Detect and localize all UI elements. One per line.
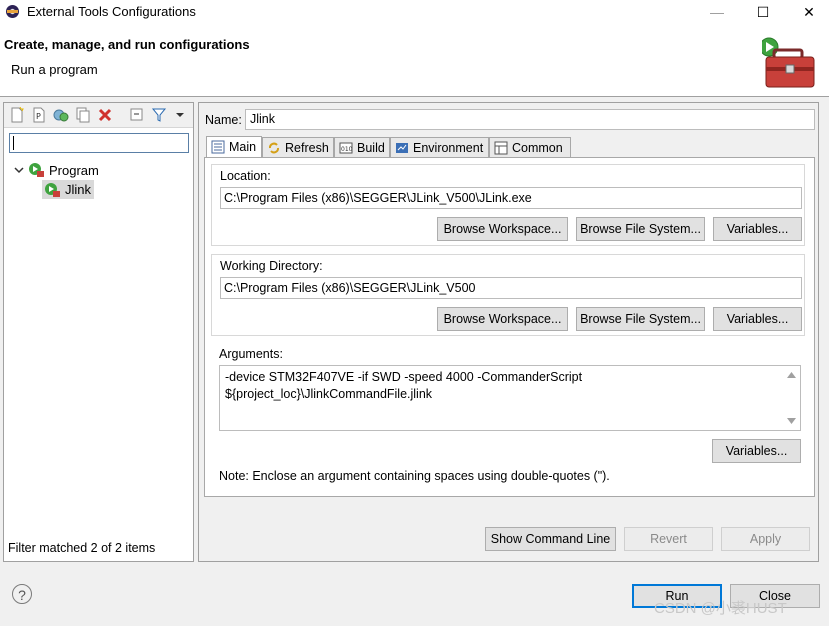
arguments-line: -device STM32F407VE -if SWD -speed 4000 … <box>225 370 583 384</box>
arguments-note: Note: Enclose an argument containing spa… <box>219 469 610 483</box>
tab-label: Build <box>357 141 385 155</box>
arguments-scrollbar[interactable] <box>783 366 800 430</box>
svg-text:P: P <box>36 112 41 121</box>
environment-icon <box>396 143 408 153</box>
watermark: CSDN @小裘HUST <box>654 600 787 617</box>
collapse-all-icon[interactable] <box>129 107 145 123</box>
configuration-list-panel: P Program Jlink Filter matched 2 of 2 it… <box>3 102 194 562</box>
program-icon <box>45 183 60 197</box>
browse-file-system-button[interactable]: Browse File System... <box>576 217 705 241</box>
delete-icon[interactable] <box>97 107 113 123</box>
tree-item-label: Program <box>49 163 99 178</box>
browse-file-system-button[interactable]: Browse File System... <box>576 307 705 331</box>
tab-main[interactable]: Main <box>206 136 262 158</box>
dialog-header: Create, manage, and run configurations R… <box>0 24 829 97</box>
eclipse-icon <box>6 5 19 18</box>
configuration-editor: Name: Jlink Main Refresh 010 Build Envir… <box>198 102 819 562</box>
arguments-text: -device STM32F407VE -if SWD -speed 4000 … <box>225 369 582 403</box>
variables-button[interactable]: Variables... <box>713 307 802 331</box>
name-field[interactable]: Jlink <box>245 109 815 130</box>
svg-text:010: 010 <box>341 146 353 153</box>
tab-label: Refresh <box>285 141 329 155</box>
apply-button[interactable]: Apply <box>721 527 810 551</box>
main-tab-content: Location: C:\Program Files (x86)\SEGGER\… <box>204 157 815 497</box>
minimize-button[interactable]: — <box>694 0 740 24</box>
duplicate-icon[interactable] <box>75 107 91 123</box>
refresh-icon <box>269 142 279 154</box>
working-directory-label: Working Directory: <box>220 259 323 273</box>
new-config-icon[interactable] <box>9 107 25 123</box>
revert-button[interactable]: Revert <box>624 527 713 551</box>
header-title: Create, manage, and run configurations <box>4 37 250 52</box>
tab-label: Main <box>229 140 257 154</box>
new-prototype-icon[interactable]: P <box>31 107 47 123</box>
name-label: Name: <box>205 113 242 127</box>
toolbox-icon <box>762 37 815 88</box>
tab-label: Environment <box>413 141 484 155</box>
tab-environment[interactable]: Environment <box>390 137 489 158</box>
tab-refresh[interactable]: Refresh <box>262 137 334 158</box>
browse-workspace-button[interactable]: Browse Workspace... <box>437 217 568 241</box>
filter-status: Filter matched 2 of 2 items <box>8 541 156 555</box>
common-icon <box>494 141 508 155</box>
header-subtitle: Run a program <box>11 62 98 77</box>
arguments-textarea[interactable]: -device STM32F407VE -if SWD -speed 4000 … <box>219 365 801 431</box>
title-bar: External Tools Configurations — ☐ ✕ <box>0 0 829 24</box>
location-field[interactable]: C:\Program Files (x86)\SEGGER\JLink_V500… <box>220 187 802 209</box>
arguments-group: Arguments: -device STM32F407VE -if SWD -… <box>211 345 805 493</box>
location-label: Location: <box>220 169 271 183</box>
browse-workspace-button[interactable]: Browse Workspace... <box>437 307 568 331</box>
maximize-button[interactable]: ☐ <box>740 0 786 24</box>
build-icon: 010 <box>339 142 353 154</box>
list-toolbar: P <box>4 103 193 128</box>
filter-input[interactable] <box>9 133 189 153</box>
variables-button[interactable]: Variables... <box>713 217 802 241</box>
scroll-down-icon[interactable] <box>787 418 796 424</box>
program-icon <box>29 163 44 177</box>
tab-build[interactable]: 010 Build <box>334 137 390 158</box>
chevron-down-icon[interactable] <box>14 165 24 175</box>
window-title: External Tools Configurations <box>27 4 196 19</box>
tab-label: Common <box>512 141 563 155</box>
working-directory-group: Working Directory: C:\Program Files (x86… <box>211 254 805 336</box>
main-tab-icon <box>211 140 225 154</box>
location-group: Location: C:\Program Files (x86)\SEGGER\… <box>211 164 805 246</box>
tree-item-label: Jlink <box>65 182 92 197</box>
export-icon[interactable] <box>53 107 69 123</box>
arguments-label: Arguments: <box>219 347 283 361</box>
tree-item-jlink[interactable]: Jlink <box>42 180 94 199</box>
scroll-up-icon[interactable] <box>787 372 796 378</box>
filter-icon[interactable] <box>151 107 167 123</box>
chevron-down-icon[interactable] <box>175 107 185 123</box>
help-icon[interactable]: ? <box>12 584 32 604</box>
variables-button[interactable]: Variables... <box>712 439 801 463</box>
arguments-line: ${project_loc}\JlinkCommandFile.jlink <box>225 387 433 401</box>
working-directory-field[interactable]: C:\Program Files (x86)\SEGGER\JLink_V500 <box>220 277 802 299</box>
show-command-line-button[interactable]: Show Command Line <box>485 527 616 551</box>
tab-common[interactable]: Common <box>489 137 571 158</box>
close-window-button[interactable]: ✕ <box>786 0 829 24</box>
